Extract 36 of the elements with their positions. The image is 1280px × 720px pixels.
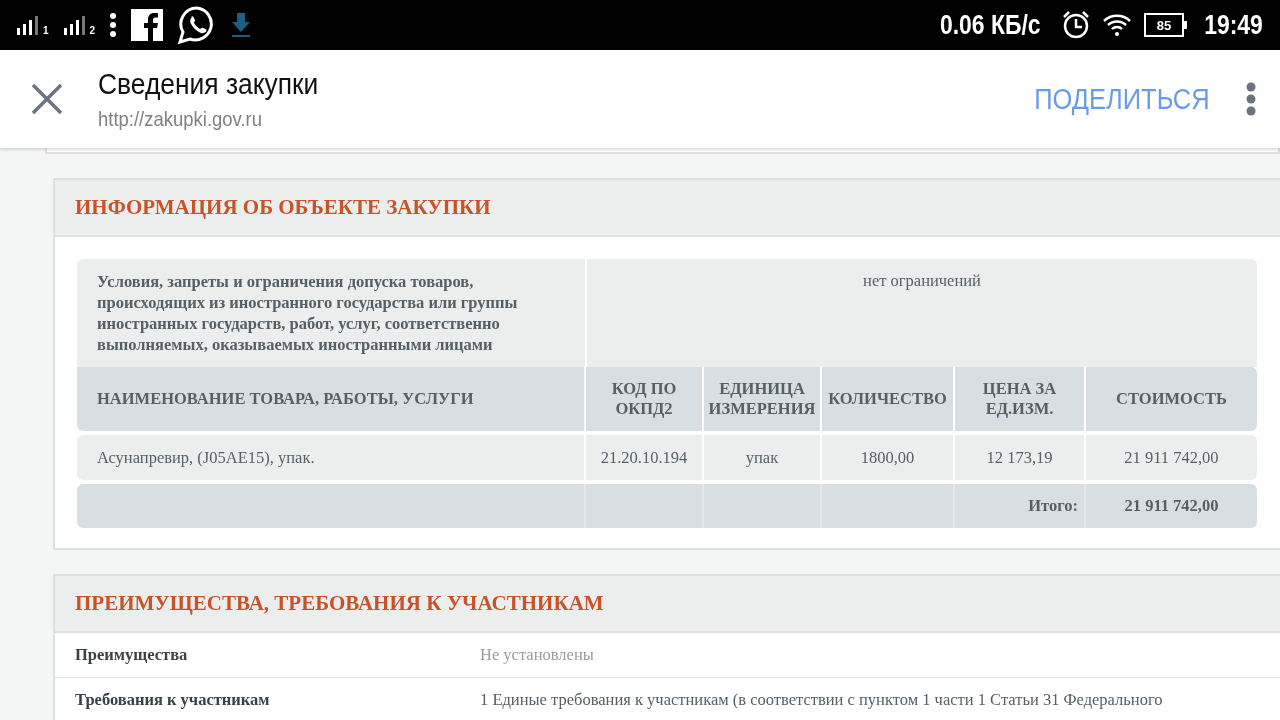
- column-header: КОД ПО ОКПД2: [584, 367, 702, 431]
- column-header: КОЛИЧЕСТВО: [820, 367, 953, 431]
- more-icon: [109, 12, 118, 38]
- page-url: http://zakupki.gov.ru: [98, 107, 263, 131]
- section-title: ПРЕИМУЩЕСТВА, ТРЕБОВАНИЯ К УЧАСТНИКАМ: [75, 591, 604, 616]
- section-title: ИНФОРМАЦИЯ ОБ ОБЪЕКТЕ ЗАКУПКИ: [75, 195, 491, 220]
- table-cell: 12 173,19: [953, 435, 1084, 480]
- table-cell: 1800,00: [820, 435, 953, 480]
- download-icon: [231, 12, 252, 38]
- column-header: СТОИМОСТЬ: [1084, 367, 1257, 431]
- share-button[interactable]: ПОДЕЛИТЬСЯ: [1026, 78, 1216, 120]
- table-cell: 21.20.10.194: [584, 435, 702, 480]
- field-value: 1 Единые требования к участникам (в соответствии с пунктом 1 части 1 Статьи 31 Федерального: [480, 690, 1164, 710]
- column-header: ЕДИНИЦА ИЗМЕРЕНИЯ: [702, 367, 820, 431]
- sim-number: 1: [43, 26, 49, 36]
- menu-icon[interactable]: [1246, 82, 1256, 116]
- alarm-icon: [1061, 10, 1090, 40]
- column-header: ЦЕНА ЗА ЕД.ИЗМ.: [953, 367, 1084, 431]
- close-icon[interactable]: [30, 82, 64, 116]
- total-label: Итого:: [1028, 496, 1078, 516]
- field-label: Преимущества: [75, 645, 189, 665]
- total-value: 21 911 742,00: [1124, 496, 1219, 516]
- sim-number: 2: [89, 26, 96, 36]
- field-label: Требования к участникам: [75, 690, 271, 710]
- table-cell: упак: [702, 435, 820, 480]
- page-title: Сведения закупки: [98, 67, 319, 101]
- table-cell-text: Асунапревир, (J05AE15), упак.: [96, 446, 316, 469]
- facebook-icon: [131, 9, 164, 41]
- network-speed: 0.06 КБ/с: [940, 9, 1042, 41]
- field-value: Не установлены: [480, 645, 595, 665]
- battery-level: 85: [1143, 13, 1184, 37]
- wifi-icon: [1101, 13, 1132, 37]
- restriction-value: нет ограничений: [862, 270, 982, 292]
- column-header: НАИМЕНОВАНИЕ ТОВАРА, РАБОТЫ, УСЛУГИ: [96, 388, 475, 410]
- clock: 19:49: [1204, 9, 1263, 41]
- table-cell: 21 911 742,00: [1084, 435, 1257, 480]
